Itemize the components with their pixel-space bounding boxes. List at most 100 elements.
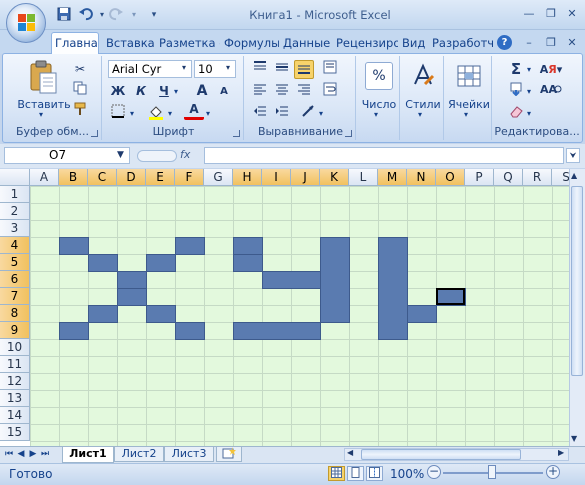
column-header[interactable]: M	[378, 169, 407, 186]
ribbon-close-icon[interactable]: ✕	[563, 36, 581, 50]
insert-sheet-icon[interactable]	[216, 447, 242, 462]
fill-color-dropdown-icon[interactable]: ▾	[168, 109, 172, 118]
cells-dropdown-icon[interactable]: ▾	[464, 110, 468, 119]
filled-cell-block[interactable]	[117, 271, 147, 289]
column-header[interactable]: L	[349, 169, 378, 186]
percent-icon[interactable]: %	[365, 62, 393, 90]
column-header[interactable]: Q	[494, 169, 523, 186]
filled-cell-block[interactable]	[88, 305, 118, 323]
filled-cell-block[interactable]	[59, 237, 89, 255]
next-sheet-icon[interactable]: ▶	[28, 449, 38, 459]
row-header[interactable]: 11	[0, 356, 30, 373]
filled-cell-block[interactable]	[59, 322, 89, 340]
name-box-dropdown-icon[interactable]: ▼	[117, 150, 124, 160]
select-all-corner[interactable]	[0, 169, 30, 186]
office-button[interactable]	[6, 3, 46, 43]
column-header[interactable]: G	[204, 169, 233, 186]
fill-color-icon[interactable]	[146, 104, 166, 123]
text-orientation-icon[interactable]	[320, 60, 340, 79]
row-header[interactable]: 3	[0, 220, 30, 237]
insert-function-button[interactable]: fx	[180, 148, 190, 161]
tab-insert[interactable]: Вставка	[103, 33, 155, 53]
cut-icon[interactable]: ✂	[70, 60, 90, 79]
row-header[interactable]: 15	[0, 424, 30, 441]
sheet-tab-3[interactable]: Лист3	[164, 447, 214, 462]
row-header[interactable]: 9	[0, 322, 30, 339]
row-header[interactable]: 8	[0, 305, 30, 322]
clear-dropdown-icon[interactable]: ▾	[527, 109, 531, 118]
column-header[interactable]: K	[320, 169, 349, 186]
filled-cell-block[interactable]	[175, 322, 205, 340]
column-header[interactable]: D	[117, 169, 146, 186]
column-header[interactable]: F	[175, 169, 204, 186]
grow-font-button[interactable]: A	[192, 82, 212, 101]
column-header[interactable]: H	[233, 169, 262, 186]
fill-icon[interactable]	[506, 82, 526, 101]
ribbon-minimize-icon[interactable]: –	[520, 36, 538, 50]
number-button[interactable]: Число	[358, 98, 400, 111]
column-header[interactable]: N	[407, 169, 436, 186]
autosum-icon[interactable]: Σ	[506, 60, 526, 79]
zoom-out-icon[interactable]: −	[427, 465, 441, 479]
filled-cell-block[interactable]	[175, 237, 205, 255]
prev-sheet-icon[interactable]: ◀	[16, 449, 26, 459]
formula-bar-splitter[interactable]	[137, 150, 177, 162]
row-header[interactable]: 10	[0, 339, 30, 356]
zoom-in-icon[interactable]: +	[546, 465, 560, 479]
orientation-icon[interactable]	[298, 104, 318, 123]
column-header[interactable]: S	[552, 169, 569, 186]
filled-cell-block[interactable]	[88, 254, 118, 272]
close-icon[interactable]: ✕	[563, 7, 581, 21]
filled-cell-block[interactable]	[117, 288, 147, 306]
column-header[interactable]: E	[146, 169, 175, 186]
row-header[interactable]: 14	[0, 407, 30, 424]
bold-button[interactable]: Ж	[108, 82, 128, 101]
page-layout-view-icon[interactable]	[347, 466, 364, 481]
row-header[interactable]: 13	[0, 390, 30, 407]
align-center-icon[interactable]	[272, 82, 292, 101]
horizontal-scroll-thumb[interactable]	[361, 449, 521, 460]
clipboard-launcher-icon[interactable]	[91, 130, 98, 137]
sort-filter-icon[interactable]: AЯ▾	[538, 60, 564, 79]
cells-icon[interactable]	[455, 62, 483, 90]
tab-home[interactable]: Главная	[51, 32, 99, 54]
font-color-button[interactable]: A	[184, 102, 204, 120]
row-header[interactable]: 2	[0, 203, 30, 220]
underline-dropdown-icon[interactable]: ▾	[174, 87, 178, 96]
column-header[interactable]: J	[291, 169, 320, 186]
font-size-dropdown-icon[interactable]: ▾	[226, 63, 230, 72]
page-break-view-icon[interactable]	[366, 466, 383, 481]
paste-icon[interactable]	[28, 60, 58, 96]
font-launcher-icon[interactable]	[233, 130, 240, 137]
zoom-level[interactable]: 100%	[390, 467, 424, 481]
align-left-icon[interactable]	[250, 82, 270, 101]
autosum-dropdown-icon[interactable]: ▾	[527, 65, 531, 74]
tab-page-layout[interactable]: Разметка с	[156, 33, 220, 53]
formula-input[interactable]	[204, 147, 564, 164]
increase-indent-icon[interactable]	[272, 104, 292, 123]
align-middle-icon[interactable]	[272, 60, 292, 79]
column-header[interactable]: O	[436, 169, 465, 186]
save-icon[interactable]	[55, 7, 73, 23]
format-painter-icon[interactable]	[70, 102, 90, 121]
fill-dropdown-icon[interactable]: ▾	[527, 87, 531, 96]
column-header[interactable]: R	[523, 169, 552, 186]
paste-button[interactable]: Вставить	[14, 98, 74, 111]
filled-cell-block[interactable]	[262, 271, 321, 289]
filled-cell-block[interactable]	[407, 305, 437, 323]
shrink-font-button[interactable]: A	[214, 82, 234, 101]
normal-view-icon[interactable]	[328, 466, 345, 481]
row-header[interactable]: 6	[0, 271, 30, 288]
column-header[interactable]: C	[88, 169, 117, 186]
column-header[interactable]: I	[262, 169, 291, 186]
underline-button[interactable]: Ч	[154, 82, 174, 101]
filled-cell-block[interactable]	[378, 237, 408, 340]
paste-dropdown-icon[interactable]: ▾	[39, 110, 43, 119]
customize-toolbar-icon[interactable]: ▾	[145, 7, 163, 23]
font-name-field[interactable]: Arial Cyr	[108, 60, 192, 78]
zoom-slider-thumb[interactable]	[488, 465, 496, 479]
font-name-dropdown-icon[interactable]: ▾	[182, 63, 186, 72]
italic-button[interactable]: К	[131, 82, 151, 101]
borders-icon[interactable]	[108, 104, 128, 123]
expand-formula-bar-icon[interactable]: ⮟	[566, 148, 580, 163]
